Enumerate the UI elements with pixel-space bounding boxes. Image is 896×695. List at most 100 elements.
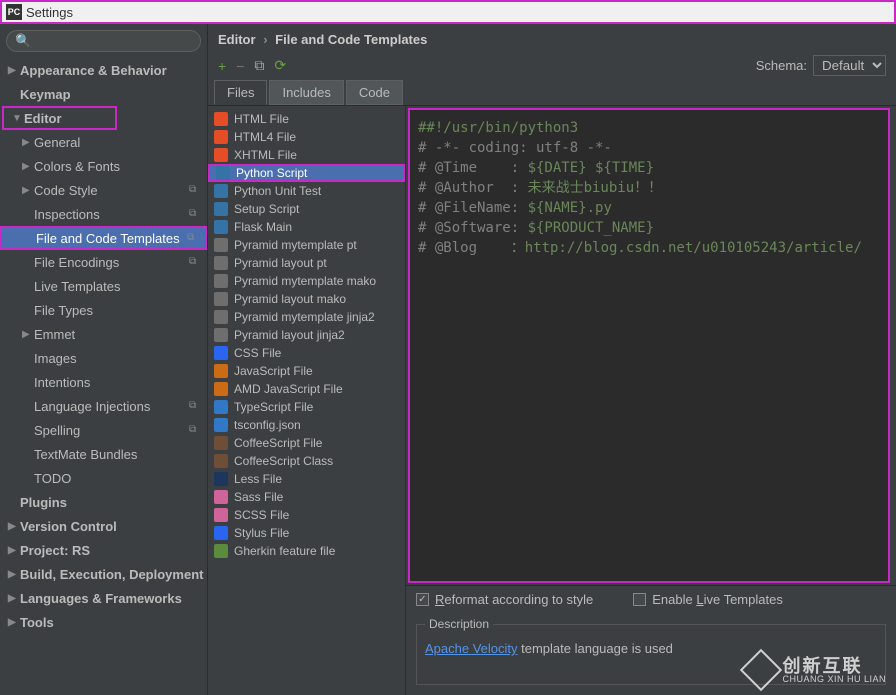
tree-node-emmet[interactable]: ▶Emmet [0, 322, 207, 346]
add-button[interactable]: + [218, 58, 226, 74]
tree-node-file-types[interactable]: File Types [0, 298, 207, 322]
tree-node-language-injections[interactable]: Language Injections⧉ [0, 394, 207, 418]
template-item-coffeescript-class[interactable]: CoffeeScript Class [208, 452, 405, 470]
txt-file-icon [214, 310, 228, 324]
schema-select[interactable]: Default [813, 55, 886, 76]
expand-arrow-icon: ▶ [22, 137, 34, 148]
template-item-coffeescript-file[interactable]: CoffeeScript File [208, 434, 405, 452]
template-item-pyramid-mytemplate-mako[interactable]: Pyramid mytemplate mako [208, 272, 405, 290]
file-label: Stylus File [234, 526, 289, 540]
refresh-button[interactable]: ⟳ [274, 57, 286, 74]
template-item-flask-main[interactable]: Flask Main [208, 218, 405, 236]
template-item-gherkin-feature-file[interactable]: Gherkin feature file [208, 542, 405, 560]
file-label: Gherkin feature file [234, 544, 335, 558]
tree-node-textmate-bundles[interactable]: TextMate Bundles [0, 442, 207, 466]
tree-node-project-rs[interactable]: ▶Project: RS [0, 538, 207, 562]
tree-node-version-control[interactable]: ▶Version Control [0, 514, 207, 538]
tree-node-appearance-behavior[interactable]: ▶Appearance & Behavior [0, 58, 207, 82]
apache-velocity-link[interactable]: Apache Velocity [425, 641, 518, 656]
template-item-xhtml-file[interactable]: XHTML File [208, 146, 405, 164]
template-item-pyramid-layout-pt[interactable]: Pyramid layout pt [208, 254, 405, 272]
file-label: TypeScript File [234, 400, 313, 414]
tree-node-spelling[interactable]: Spelling⧉ [0, 418, 207, 442]
tree-node-general[interactable]: ▶General [0, 130, 207, 154]
settings-tree[interactable]: ▶Appearance & BehaviorKeymap▼Editor▶Gene… [0, 58, 207, 695]
tree-node-todo[interactable]: TODO [0, 466, 207, 490]
template-item-setup-script[interactable]: Setup Script [208, 200, 405, 218]
enable-live-templates-checkbox[interactable]: Enable Live Templates [633, 592, 783, 607]
tree-node-images[interactable]: Images [0, 346, 207, 370]
reformat-label: Reformat according to style [435, 592, 593, 607]
watermark: 创新互联 CHUANG XIN HU LIAN [746, 655, 886, 685]
template-item-css-file[interactable]: CSS File [208, 344, 405, 362]
project-scope-icon: ⧉ [187, 232, 199, 244]
template-file-list[interactable]: HTML FileHTML4 File XHTML File Python Scri… [208, 106, 406, 695]
file-label: Pyramid layout jinja2 [234, 328, 345, 342]
tree-node-file-and-code-templates[interactable]: File and Code Templates⧉ [0, 226, 207, 250]
tree-node-build-execution-deployment[interactable]: ▶Build, Execution, Deployment [0, 562, 207, 586]
template-item-pyramid-mytemplate-jinja2[interactable]: Pyramid mytemplate jinja2 [208, 308, 405, 326]
template-item-html4-file[interactable]: HTML4 File [208, 128, 405, 146]
tree-node-editor[interactable]: ▼Editor [2, 106, 117, 130]
txt-file-icon [214, 238, 228, 252]
search-input[interactable]: 🔍 [6, 30, 201, 52]
template-item-scss-file[interactable]: SCSS File [208, 506, 405, 524]
tree-node-keymap[interactable]: Keymap [0, 82, 207, 106]
copy-button[interactable]: ⧉ [254, 57, 264, 74]
py-file-icon [216, 166, 230, 180]
template-item-tsconfig-json[interactable]: tsconfig.json [208, 416, 405, 434]
template-item-sass-file[interactable]: Sass File [208, 488, 405, 506]
template-tabs: FilesIncludesCode [208, 80, 896, 106]
tab-files[interactable]: Files [214, 80, 267, 105]
js-file-icon [214, 364, 228, 378]
tab-includes[interactable]: Includes [269, 80, 343, 105]
expand-arrow-icon: ▶ [8, 545, 20, 556]
tree-label: Images [34, 351, 77, 366]
description-text: template language is used [518, 641, 673, 656]
tree-node-inspections[interactable]: Inspections⧉ [0, 202, 207, 226]
tree-node-tools[interactable]: ▶Tools [0, 610, 207, 634]
sass-file-icon [214, 490, 228, 504]
project-scope-icon: ⧉ [189, 400, 201, 412]
tree-label: TextMate Bundles [34, 447, 137, 462]
tree-node-languages-frameworks[interactable]: ▶Languages & Frameworks [0, 586, 207, 610]
tab-code[interactable]: Code [346, 80, 403, 105]
file-label: Sass File [234, 490, 283, 504]
template-item-pyramid-layout-jinja2[interactable]: Pyramid layout jinja2 [208, 326, 405, 344]
file-label: XHTML File [234, 148, 297, 162]
html-file-icon [214, 112, 228, 126]
template-item-pyramid-mytemplate-pt[interactable]: Pyramid mytemplate pt [208, 236, 405, 254]
sass-file-icon [214, 508, 228, 522]
window-title: Settings [26, 5, 73, 20]
js-file-icon [214, 382, 228, 396]
template-item-html-file[interactable]: HTML File [208, 110, 405, 128]
template-item-amd-javascript-file[interactable]: AMD JavaScript File [208, 380, 405, 398]
tree-node-file-encodings[interactable]: File Encodings⧉ [0, 250, 207, 274]
watermark-cn: 创新互联 [782, 657, 886, 675]
remove-button[interactable]: − [236, 58, 244, 74]
template-toolbar: + − ⧉ ⟳ Schema: Default [208, 51, 896, 80]
search-icon: 🔍 [15, 33, 31, 49]
expand-arrow-icon: ▶ [8, 593, 20, 604]
py-file-icon [214, 184, 228, 198]
template-item-pyramid-layout-mako[interactable]: Pyramid layout mako [208, 290, 405, 308]
template-item-less-file[interactable]: Less File [208, 470, 405, 488]
template-editor[interactable]: ##!/usr/bin/python3 # -*- coding: utf-8 … [408, 108, 890, 583]
tree-node-live-templates[interactable]: Live Templates [0, 274, 207, 298]
reformat-checkbox[interactable]: ✓ Reformat according to style [416, 592, 593, 607]
tree-node-code-style[interactable]: ▶Code Style⧉ [0, 178, 207, 202]
titlebar: PC Settings [0, 0, 896, 24]
template-item-typescript-file[interactable]: TypeScript File [208, 398, 405, 416]
tree-node-colors-fonts[interactable]: ▶Colors & Fonts [0, 154, 207, 178]
description-legend: Description [425, 617, 493, 631]
template-item-javascript-file[interactable]: JavaScript File [208, 362, 405, 380]
tree-node-intentions[interactable]: Intentions [0, 370, 207, 394]
template-item-stylus-file[interactable]: Stylus File [208, 524, 405, 542]
file-label: JavaScript File [234, 364, 313, 378]
less-file-icon [214, 472, 228, 486]
tree-node-plugins[interactable]: Plugins [0, 490, 207, 514]
file-label: AMD JavaScript File [234, 382, 343, 396]
template-item-python-script[interactable]: Python Script [208, 164, 405, 182]
gk-file-icon [214, 544, 228, 558]
template-item-python-unit-test[interactable]: Python Unit Test [208, 182, 405, 200]
